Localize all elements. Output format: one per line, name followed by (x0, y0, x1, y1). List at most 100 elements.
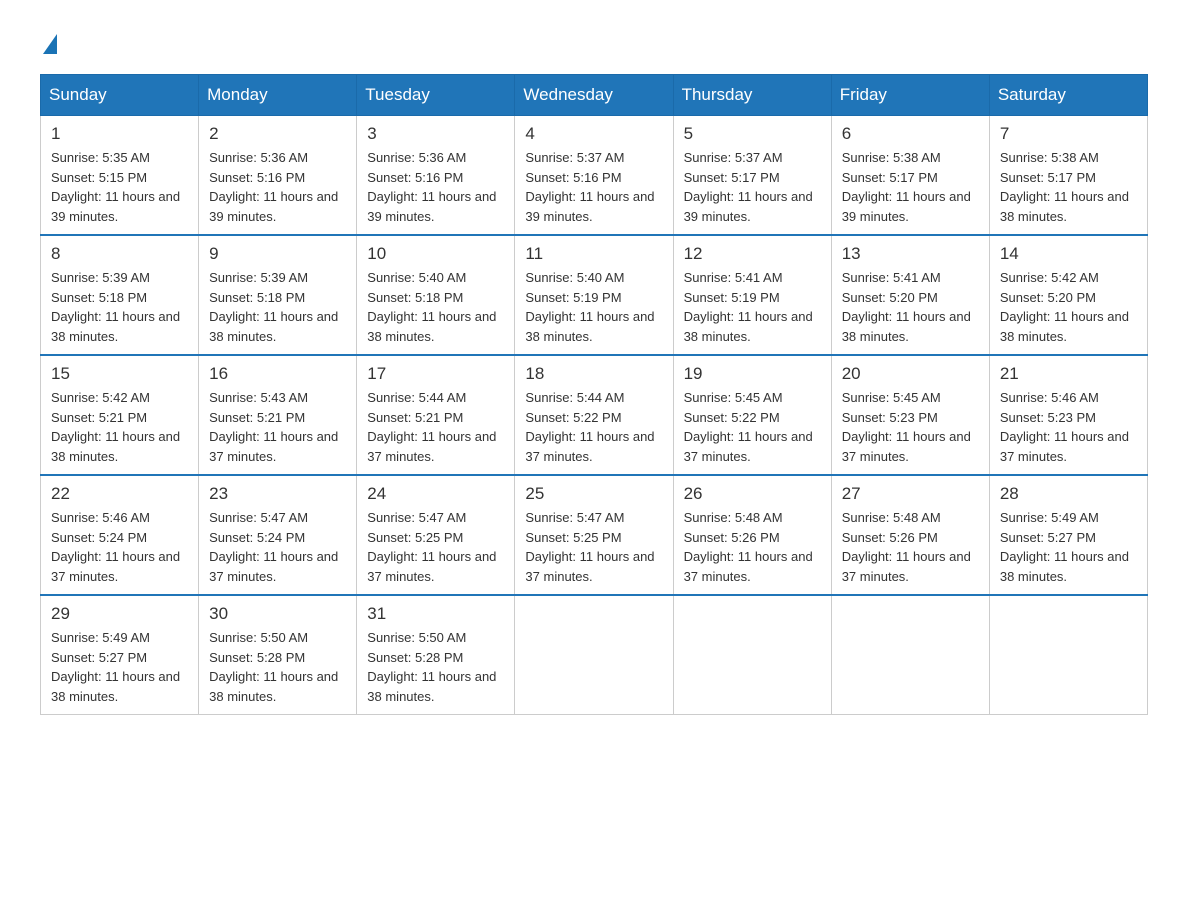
day-info: Sunrise: 5:41 AMSunset: 5:20 PMDaylight:… (842, 268, 979, 346)
calendar-cell: 27 Sunrise: 5:48 AMSunset: 5:26 PMDayligh… (831, 475, 989, 595)
calendar-cell: 23 Sunrise: 5:47 AMSunset: 5:24 PMDayligh… (199, 475, 357, 595)
day-number: 28 (1000, 484, 1137, 504)
day-number: 20 (842, 364, 979, 384)
calendar-cell (989, 595, 1147, 715)
header-monday: Monday (199, 75, 357, 116)
day-number: 5 (684, 124, 821, 144)
day-number: 14 (1000, 244, 1137, 264)
day-info: Sunrise: 5:41 AMSunset: 5:19 PMDaylight:… (684, 268, 821, 346)
day-info: Sunrise: 5:48 AMSunset: 5:26 PMDaylight:… (684, 508, 821, 586)
header-friday: Friday (831, 75, 989, 116)
calendar-cell: 7 Sunrise: 5:38 AMSunset: 5:17 PMDaylight… (989, 116, 1147, 236)
calendar-cell: 30 Sunrise: 5:50 AMSunset: 5:28 PMDayligh… (199, 595, 357, 715)
day-info: Sunrise: 5:47 AMSunset: 5:24 PMDaylight:… (209, 508, 346, 586)
day-number: 22 (51, 484, 188, 504)
calendar-cell: 20Sunrise: 5:45 AMSunset: 5:23 PMDayligh… (831, 355, 989, 475)
day-info: Sunrise: 5:47 AMSunset: 5:25 PMDaylight:… (525, 508, 662, 586)
week-row-1: 1 Sunrise: 5:35 AMSunset: 5:15 PMDaylight… (41, 116, 1148, 236)
day-info: Sunrise: 5:49 AMSunset: 5:27 PMDaylight:… (51, 628, 188, 706)
calendar-cell: 31 Sunrise: 5:50 AMSunset: 5:28 PMDayligh… (357, 595, 515, 715)
day-info: Sunrise: 5:45 AMSunset: 5:22 PMDaylight:… (684, 388, 821, 466)
day-info: Sunrise: 5:44 AMSunset: 5:21 PMDaylight:… (367, 388, 504, 466)
day-number: 24 (367, 484, 504, 504)
calendar-cell: 9 Sunrise: 5:39 AMSunset: 5:18 PMDaylight… (199, 235, 357, 355)
week-row-3: 15 Sunrise: 5:42 AMSunset: 5:21 PMDayligh… (41, 355, 1148, 475)
day-number: 1 (51, 124, 188, 144)
calendar-cell: 24 Sunrise: 5:47 AMSunset: 5:25 PMDayligh… (357, 475, 515, 595)
day-info: Sunrise: 5:38 AMSunset: 5:17 PMDaylight:… (1000, 148, 1137, 226)
day-number: 7 (1000, 124, 1137, 144)
day-number: 6 (842, 124, 979, 144)
header-saturday: Saturday (989, 75, 1147, 116)
day-info: Sunrise: 5:42 AMSunset: 5:21 PMDaylight:… (51, 388, 188, 466)
day-info: Sunrise: 5:42 AMSunset: 5:20 PMDaylight:… (1000, 268, 1137, 346)
day-info: Sunrise: 5:38 AMSunset: 5:17 PMDaylight:… (842, 148, 979, 226)
calendar-cell: 25 Sunrise: 5:47 AMSunset: 5:25 PMDayligh… (515, 475, 673, 595)
day-number: 12 (684, 244, 821, 264)
day-number: 29 (51, 604, 188, 624)
week-row-2: 8 Sunrise: 5:39 AMSunset: 5:18 PMDaylight… (41, 235, 1148, 355)
day-info: Sunrise: 5:49 AMSunset: 5:27 PMDaylight:… (1000, 508, 1137, 586)
calendar-cell: 6 Sunrise: 5:38 AMSunset: 5:17 PMDaylight… (831, 116, 989, 236)
day-number: 3 (367, 124, 504, 144)
day-info: Sunrise: 5:50 AMSunset: 5:28 PMDaylight:… (367, 628, 504, 706)
day-info: Sunrise: 5:47 AMSunset: 5:25 PMDaylight:… (367, 508, 504, 586)
day-number: 30 (209, 604, 346, 624)
day-info: Sunrise: 5:44 AMSunset: 5:22 PMDaylight:… (525, 388, 662, 466)
day-number: 4 (525, 124, 662, 144)
week-row-4: 22Sunrise: 5:46 AMSunset: 5:24 PMDayligh… (41, 475, 1148, 595)
header-tuesday: Tuesday (357, 75, 515, 116)
calendar-cell: 10Sunrise: 5:40 AMSunset: 5:18 PMDayligh… (357, 235, 515, 355)
day-number: 2 (209, 124, 346, 144)
calendar-cell: 15 Sunrise: 5:42 AMSunset: 5:21 PMDayligh… (41, 355, 199, 475)
day-number: 25 (525, 484, 662, 504)
day-info: Sunrise: 5:37 AMSunset: 5:16 PMDaylight:… (525, 148, 662, 226)
day-info: Sunrise: 5:50 AMSunset: 5:28 PMDaylight:… (209, 628, 346, 706)
week-row-5: 29 Sunrise: 5:49 AMSunset: 5:27 PMDayligh… (41, 595, 1148, 715)
calendar-cell: 12 Sunrise: 5:41 AMSunset: 5:19 PMDayligh… (673, 235, 831, 355)
page-header (40, 30, 1148, 54)
day-number: 13 (842, 244, 979, 264)
day-number: 23 (209, 484, 346, 504)
header-wednesday: Wednesday (515, 75, 673, 116)
logo (40, 30, 57, 54)
day-info: Sunrise: 5:48 AMSunset: 5:26 PMDaylight:… (842, 508, 979, 586)
header-sunday: Sunday (41, 75, 199, 116)
day-number: 10 (367, 244, 504, 264)
calendar-cell: 22Sunrise: 5:46 AMSunset: 5:24 PMDayligh… (41, 475, 199, 595)
calendar-table: SundayMondayTuesdayWednesdayThursdayFrid… (40, 74, 1148, 715)
day-number: 17 (367, 364, 504, 384)
calendar-cell: 28 Sunrise: 5:49 AMSunset: 5:27 PMDayligh… (989, 475, 1147, 595)
calendar-cell: 14 Sunrise: 5:42 AMSunset: 5:20 PMDayligh… (989, 235, 1147, 355)
day-number: 8 (51, 244, 188, 264)
calendar-cell (831, 595, 989, 715)
day-info: Sunrise: 5:40 AMSunset: 5:19 PMDaylight:… (525, 268, 662, 346)
day-number: 9 (209, 244, 346, 264)
calendar-cell: 8 Sunrise: 5:39 AMSunset: 5:18 PMDaylight… (41, 235, 199, 355)
day-number: 26 (684, 484, 821, 504)
day-info: Sunrise: 5:39 AMSunset: 5:18 PMDaylight:… (51, 268, 188, 346)
day-number: 27 (842, 484, 979, 504)
calendar-cell (673, 595, 831, 715)
calendar-cell: 1 Sunrise: 5:35 AMSunset: 5:15 PMDaylight… (41, 116, 199, 236)
calendar-cell: 17 Sunrise: 5:44 AMSunset: 5:21 PMDayligh… (357, 355, 515, 475)
calendar-cell: 2Sunrise: 5:36 AMSunset: 5:16 PMDaylight… (199, 116, 357, 236)
day-number: 18 (525, 364, 662, 384)
day-number: 11 (525, 244, 662, 264)
day-number: 15 (51, 364, 188, 384)
day-info: Sunrise: 5:35 AMSunset: 5:15 PMDaylight:… (51, 148, 188, 226)
calendar-cell: 29 Sunrise: 5:49 AMSunset: 5:27 PMDayligh… (41, 595, 199, 715)
day-number: 16 (209, 364, 346, 384)
calendar-cell: 16 Sunrise: 5:43 AMSunset: 5:21 PMDayligh… (199, 355, 357, 475)
calendar-cell: 11 Sunrise: 5:40 AMSunset: 5:19 PMDayligh… (515, 235, 673, 355)
logo-triangle-icon (43, 34, 57, 54)
day-info: Sunrise: 5:43 AMSunset: 5:21 PMDaylight:… (209, 388, 346, 466)
calendar-cell: 18 Sunrise: 5:44 AMSunset: 5:22 PMDayligh… (515, 355, 673, 475)
day-info: Sunrise: 5:39 AMSunset: 5:18 PMDaylight:… (209, 268, 346, 346)
calendar-cell: 4 Sunrise: 5:37 AMSunset: 5:16 PMDaylight… (515, 116, 673, 236)
day-number: 31 (367, 604, 504, 624)
calendar-cell: 13 Sunrise: 5:41 AMSunset: 5:20 PMDayligh… (831, 235, 989, 355)
calendar-cell: 26 Sunrise: 5:48 AMSunset: 5:26 PMDayligh… (673, 475, 831, 595)
calendar-cell: 19Sunrise: 5:45 AMSunset: 5:22 PMDayligh… (673, 355, 831, 475)
header-thursday: Thursday (673, 75, 831, 116)
